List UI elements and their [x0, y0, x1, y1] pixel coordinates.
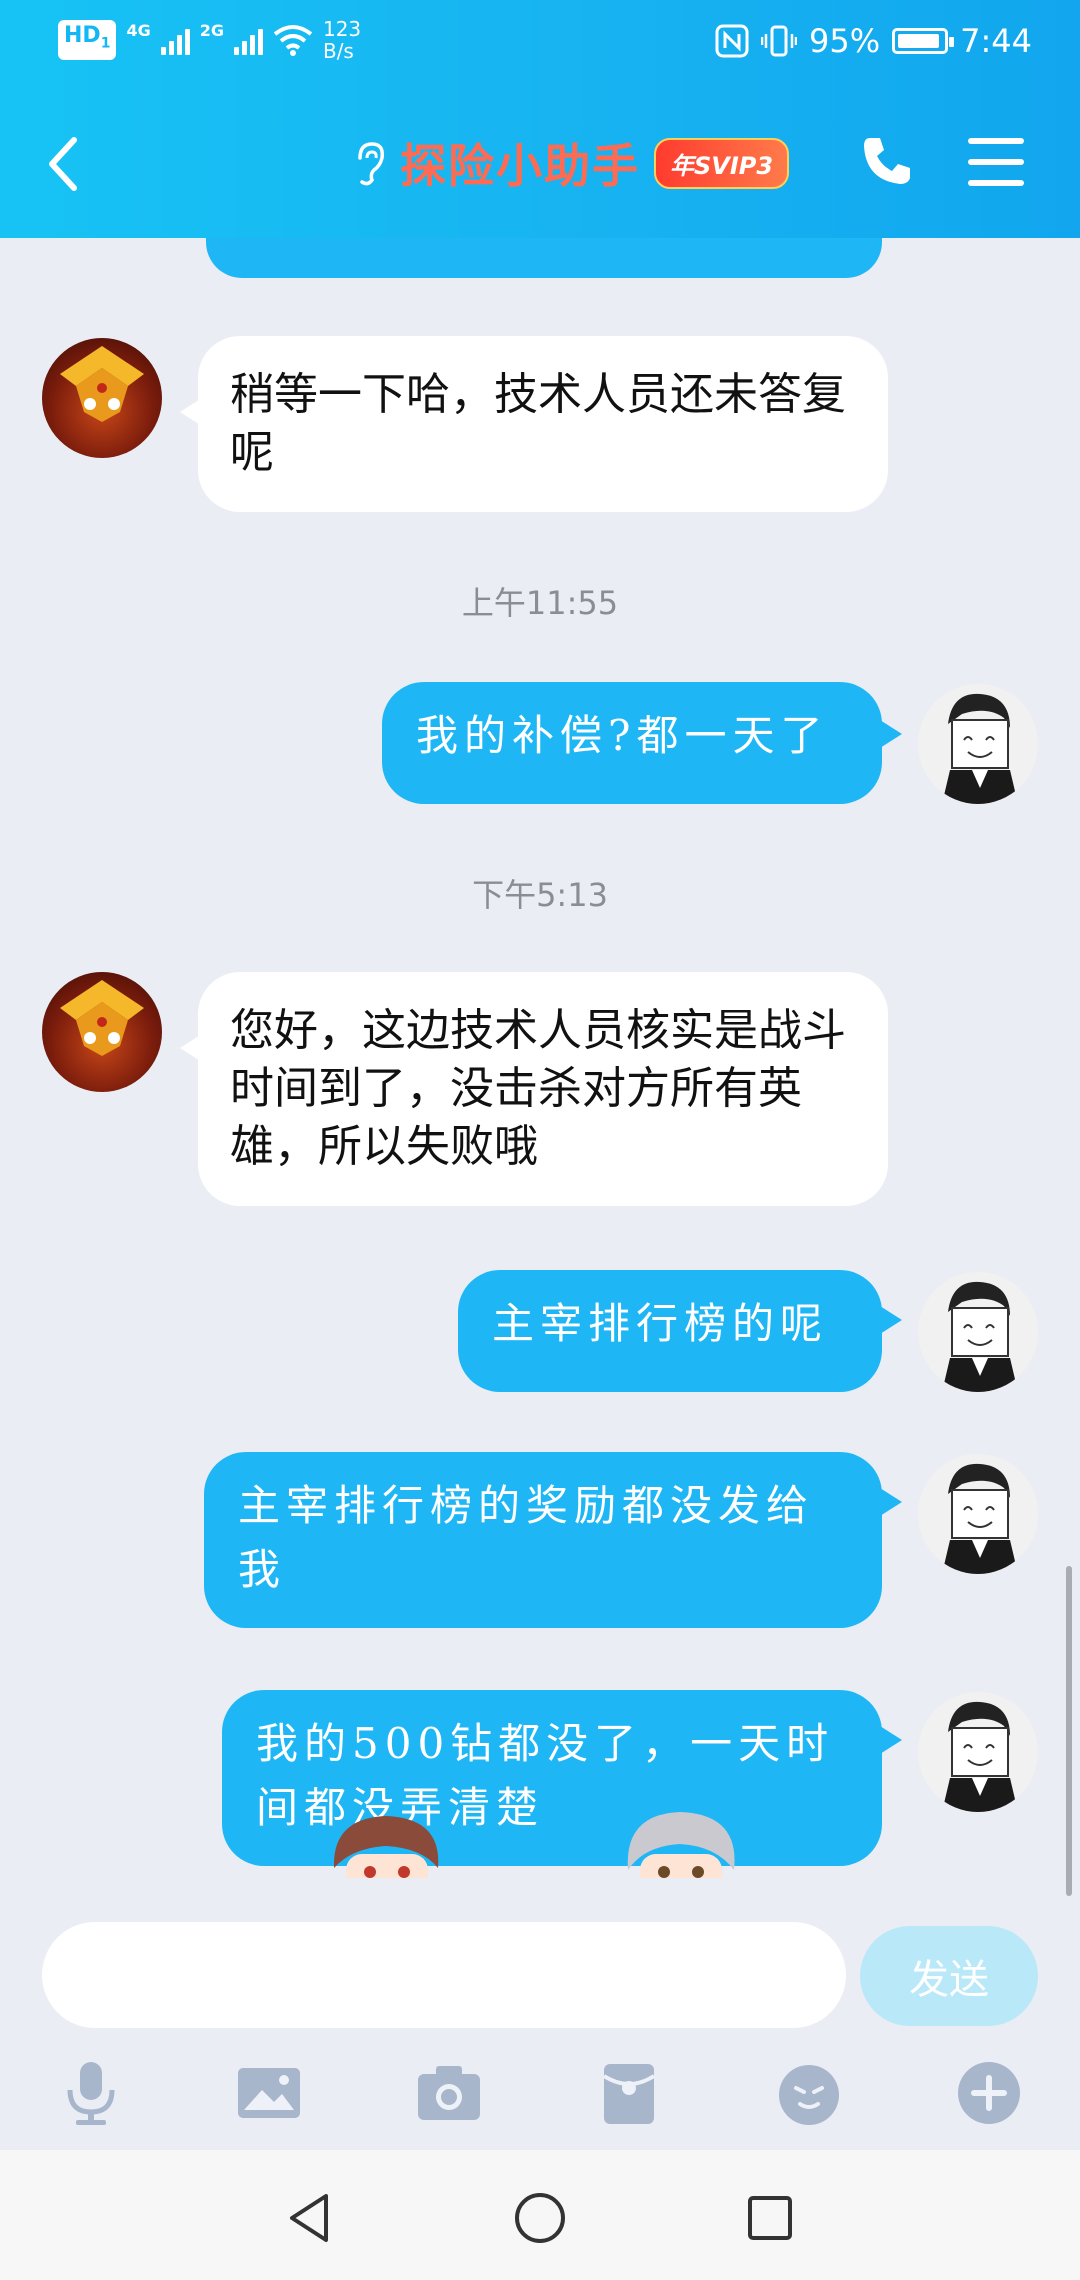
menu-icon[interactable]: [968, 138, 1024, 186]
chat-area[interactable]: 稍等一下哈，技术人员还未答复呢 上午11:55 我的补偿?都一天了 下午5:13…: [0, 238, 1080, 1878]
message-bubble-incoming[interactable]: 您好，这边技术人员核实是战斗时间到了，没击杀对方所有英雄，所以失败哦: [198, 972, 888, 1206]
chat-header: 探险小助手 年SVIP3: [0, 92, 1080, 238]
status-right: 95% 7:44: [715, 22, 1032, 60]
status-bar: HD1 4G 2G 123 B/s 95% 7:44: [0, 0, 1080, 92]
bubble-tail: [880, 1306, 902, 1334]
message-timestamp: 上午11:55: [461, 584, 619, 622]
bubble-tail: [880, 720, 902, 748]
message-text: 主宰排行榜的呢: [492, 1299, 829, 1348]
chat-title: 探险小助手: [400, 139, 640, 193]
camera-icon[interactable]: [414, 2058, 484, 2128]
network-speed: 123 B/s: [322, 17, 362, 63]
message-bubble-incoming[interactable]: 稍等一下哈，技术人员还未答复呢: [198, 336, 888, 512]
send-button[interactable]: 发送: [860, 1926, 1038, 2026]
scrollbar[interactable]: [1066, 1566, 1072, 1896]
back-triangle-icon[interactable]: [282, 2190, 338, 2246]
signal-icon: [233, 25, 263, 55]
message-text: 主宰排行榜的奖励都没发给我: [238, 1481, 815, 1594]
user-avatar[interactable]: [918, 684, 1038, 804]
wifi-icon: [273, 25, 313, 56]
message-bubble-outgoing[interactable]: 我的补偿?都一天了: [382, 682, 882, 804]
message-bubble-partial: [206, 238, 882, 278]
vibrate-icon: [761, 25, 798, 57]
message-bubble-outgoing[interactable]: 主宰排行榜的呢: [458, 1270, 882, 1392]
status-left: HD1 4G 2G 123 B/s: [58, 18, 361, 62]
bot-avatar[interactable]: [42, 972, 162, 1092]
bot-avatar-image: [60, 346, 144, 422]
svip-badge: 年SVIP3: [654, 137, 790, 189]
message-bubble-outgoing[interactable]: 我的500钻都没了，一天时间都没弄清楚: [222, 1690, 882, 1866]
message-text: 我的补偿?都一天了: [416, 711, 829, 760]
user-avatar[interactable]: [918, 1272, 1038, 1392]
top-bar: HD1 4G 2G 123 B/s 95% 7:44 探险小助手 年SVIP3: [0, 0, 1080, 238]
signal-icon: [160, 25, 190, 55]
back-arrow-icon[interactable]: [44, 134, 84, 194]
microphone-icon[interactable]: [56, 2058, 126, 2128]
user-avatar-image: [942, 1701, 1018, 1812]
home-circle-icon[interactable]: [512, 2190, 568, 2246]
message-text: 稍等一下哈，技术人员还未答复呢: [230, 369, 846, 478]
bot-avatar[interactable]: [42, 338, 162, 458]
plus-icon[interactable]: [954, 2058, 1024, 2128]
bubble-tail: [880, 1726, 902, 1754]
user-avatar-image: [942, 1463, 1018, 1574]
message-text: 您好，这边技术人员核实是战斗时间到了，没击杀对方所有英雄，所以失败哦: [230, 1005, 846, 1172]
user-avatar[interactable]: [918, 1454, 1038, 1574]
network-4g-label: 4G: [126, 20, 151, 40]
chat-title-group[interactable]: 探险小助手 年SVIP3: [350, 130, 790, 196]
system-navigation-bar: [0, 2150, 1080, 2280]
ear-icon: [358, 142, 385, 186]
nfc-icon: [715, 24, 749, 58]
battery-icon: [892, 28, 955, 54]
user-avatar-image: [942, 1281, 1018, 1392]
composer-toolbar: [0, 2038, 1080, 2148]
user-avatar-image: [942, 693, 1018, 804]
composer: 发送: [0, 1878, 1080, 2028]
bot-avatar-image: [60, 980, 144, 1056]
network-2g-label: 2G: [199, 20, 224, 40]
peeking-character-brown-hair-icon: [333, 1816, 439, 1878]
message-timestamp: 下午5:13: [472, 876, 608, 914]
image-icon[interactable]: [234, 2058, 304, 2128]
recents-square-icon[interactable]: [742, 2190, 798, 2246]
battery-percent: 95%: [809, 22, 881, 60]
bubble-tail: [880, 1488, 902, 1516]
emoji-icon[interactable]: [774, 2058, 844, 2128]
clock: 7:44: [960, 22, 1032, 60]
user-avatar[interactable]: [918, 1692, 1038, 1812]
message-bubble-outgoing[interactable]: 主宰排行榜的奖励都没发给我: [204, 1452, 882, 1628]
message-input[interactable]: [42, 1922, 846, 2028]
red-packet-icon[interactable]: [594, 2058, 664, 2128]
peeking-character-silver-hair-icon: [627, 1812, 735, 1878]
phone-icon[interactable]: [860, 134, 914, 188]
hd-badge: HD1: [58, 20, 117, 60]
